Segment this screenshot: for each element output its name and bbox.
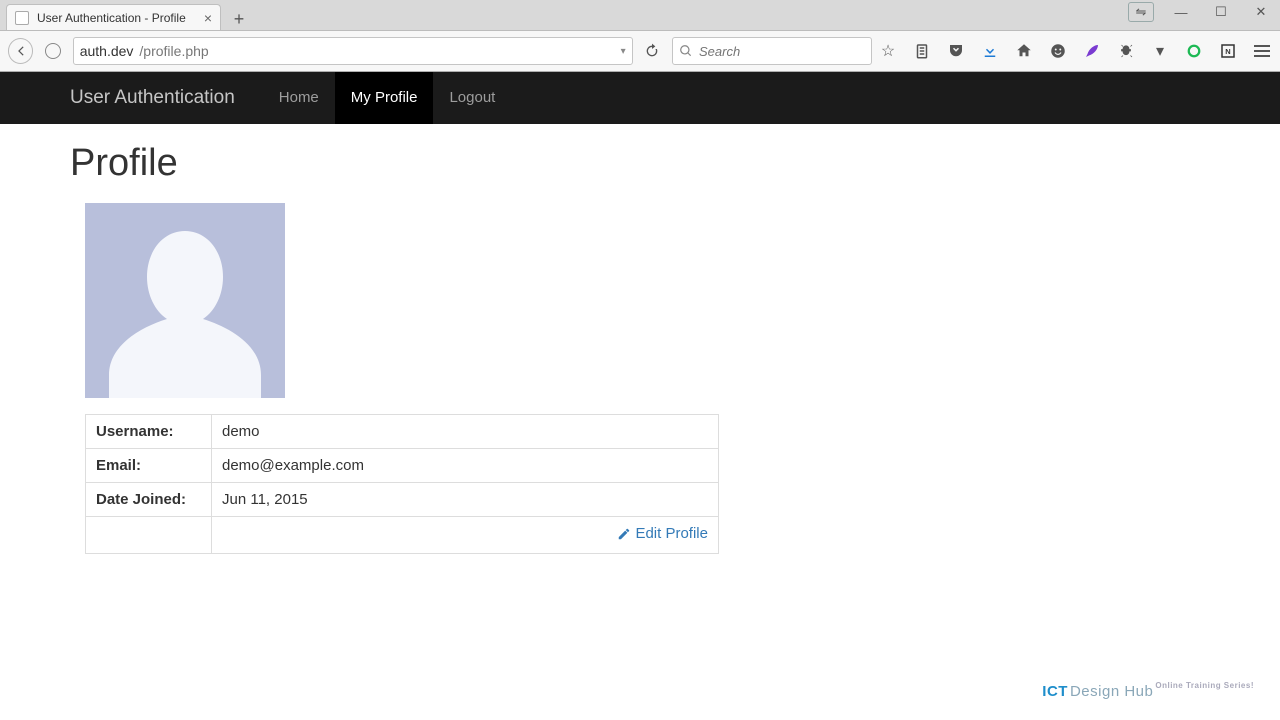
site-identity-icon[interactable] <box>39 37 66 65</box>
label-date-joined: Date Joined: <box>86 483 212 517</box>
green-ring-icon[interactable] <box>1184 41 1204 61</box>
minimize-button[interactable]: — <box>1168 2 1194 22</box>
face-icon[interactable] <box>1048 41 1068 61</box>
close-tab-icon[interactable]: × <box>204 10 212 26</box>
table-row: Username: demo <box>86 415 719 449</box>
browser-chrome: User Authentication - Profile × + ⇋ — ☐ … <box>0 0 1280 72</box>
search-input[interactable] <box>699 44 859 59</box>
app-navbar: User Authentication Home My Profile Logo… <box>0 72 1280 124</box>
label-email: Email: <box>86 449 212 483</box>
dropdown-caret-icon[interactable]: ▾ <box>1150 41 1170 61</box>
watermark-strong: ICT <box>1042 683 1068 700</box>
search-icon <box>679 44 693 58</box>
toolbar-icons: ☆ ▾ <box>878 41 1272 61</box>
new-tab-button[interactable]: + <box>227 8 251 30</box>
value-username: demo <box>212 415 719 449</box>
profile-table: Username: demo Email: demo@example.com D… <box>85 414 719 554</box>
address-bar: auth.dev/profile.php ▾ ☆ <box>0 30 1280 72</box>
edit-icon <box>617 527 631 541</box>
watermark-light: Design Hub <box>1070 683 1153 700</box>
page-title: Profile <box>70 142 1210 185</box>
downloads-icon[interactable] <box>980 41 1000 61</box>
sync-badge-icon[interactable]: ⇋ <box>1128 2 1154 22</box>
tab-bar: User Authentication - Profile × + ⇋ — ☐ … <box>0 0 1280 30</box>
hamburger-icon <box>1254 45 1270 57</box>
tab-title: User Authentication - Profile <box>37 11 196 25</box>
clipboard-icon[interactable] <box>912 41 932 61</box>
table-row: Edit Profile <box>86 517 719 554</box>
home-icon[interactable] <box>1014 41 1034 61</box>
nav-logout[interactable]: Logout <box>433 72 511 124</box>
avatar-wrap <box>85 203 1210 398</box>
noscript-icon[interactable]: N <box>1218 41 1238 61</box>
url-path: /profile.php <box>139 43 208 59</box>
nav-my-profile[interactable]: My Profile <box>335 72 434 124</box>
nav-home[interactable]: Home <box>263 72 335 124</box>
url-host: auth.dev <box>80 43 134 59</box>
back-button[interactable] <box>8 38 33 64</box>
browser-tab[interactable]: User Authentication - Profile × <box>6 4 221 30</box>
profile-avatar <box>85 203 285 398</box>
window-controls: ⇋ — ☐ ✕ <box>1128 2 1274 22</box>
close-window-button[interactable]: ✕ <box>1248 2 1274 22</box>
value-date-joined: Jun 11, 2015 <box>212 483 719 517</box>
label-username: Username: <box>86 415 212 449</box>
edit-profile-link[interactable]: Edit Profile <box>617 525 708 542</box>
feather-icon[interactable] <box>1082 41 1102 61</box>
label-empty <box>86 517 212 554</box>
table-row: Date Joined: Jun 11, 2015 <box>86 483 719 517</box>
watermark-tag: Online Training Series! <box>1155 681 1254 690</box>
avatar-silhouette-icon <box>85 203 285 398</box>
brand[interactable]: User Authentication <box>70 87 235 109</box>
pocket-icon[interactable] <box>946 41 966 61</box>
bug-icon[interactable] <box>1116 41 1136 61</box>
svg-text:N: N <box>1225 47 1230 56</box>
tab-favicon <box>15 11 29 25</box>
watermark: ICT Design Hub Online Training Series! <box>1042 683 1254 700</box>
bookmark-star-icon[interactable]: ☆ <box>878 41 898 61</box>
maximize-button[interactable]: ☐ <box>1208 2 1234 22</box>
edit-profile-label: Edit Profile <box>635 525 708 542</box>
reload-button[interactable] <box>639 37 666 65</box>
value-email: demo@example.com <box>212 449 719 483</box>
url-dropdown-icon[interactable]: ▾ <box>621 46 626 57</box>
table-row: Email: demo@example.com <box>86 449 719 483</box>
search-box[interactable] <box>672 37 872 65</box>
url-input[interactable]: auth.dev/profile.php ▾ <box>73 37 633 65</box>
menu-button[interactable] <box>1252 41 1272 61</box>
nav-links: Home My Profile Logout <box>263 72 512 124</box>
